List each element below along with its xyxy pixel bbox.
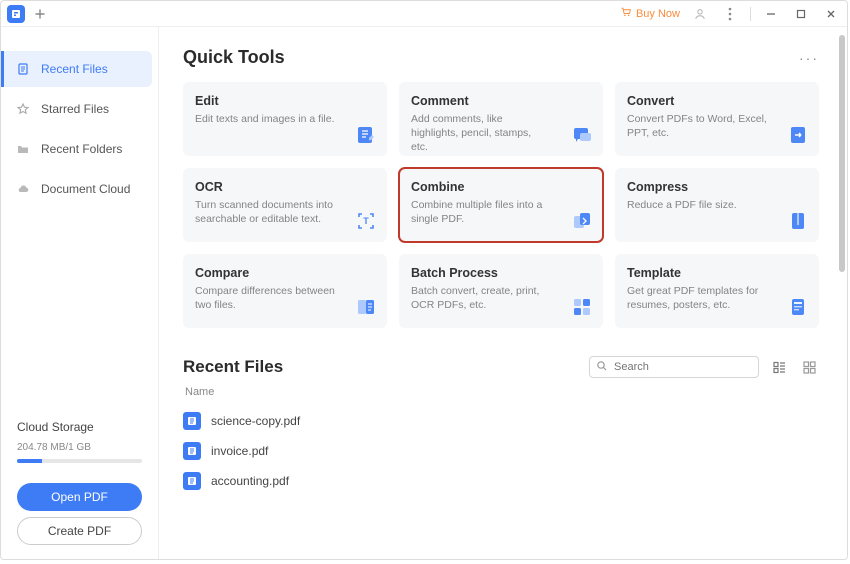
ocr-icon: T [355,210,377,232]
sidebar-item-label: Starred Files [41,102,109,116]
tool-card-desc: Combine multiple files into a single PDF… [411,198,551,226]
recent-file-list: science-copy.pdf invoice.pdf accounting.pd… [183,406,819,496]
compress-icon [787,210,809,232]
compare-icon [355,296,377,318]
minimize-button[interactable] [761,4,781,24]
grid-view-icon[interactable] [799,357,819,377]
tool-card-desc: Add comments, like highlights, pencil, s… [411,112,551,155]
main-panel: Quick Tools ··· Edit Edit texts and image… [159,27,847,559]
sidebar-item-recent-folders[interactable]: Recent Folders [1,131,152,167]
tool-card-desc: Batch convert, create, print, OCR PDFs, … [411,284,551,312]
sidebar: Recent Files Starred Files Recent Folder… [1,27,159,559]
storage-title: Cloud Storage [17,420,142,434]
file-name: invoice.pdf [211,444,268,458]
list-view-icon[interactable] [769,357,789,377]
tool-card-title: Compress [627,180,807,194]
app-logo [7,5,25,23]
template-icon [787,296,809,318]
folder-icon [15,141,31,157]
file-name: science-copy.pdf [211,414,300,428]
file-row[interactable]: invoice.pdf [183,436,819,466]
close-button[interactable] [821,4,841,24]
sidebar-item-label: Recent Files [41,62,108,76]
tool-card-desc: Get great PDF templates for resumes, pos… [627,284,767,312]
tool-card-convert[interactable]: Convert Convert PDFs to Word, Excel, PPT,… [615,82,819,156]
tool-card-edit[interactable]: Edit Edit texts and images in a file. [183,82,387,156]
convert-icon [787,124,809,146]
batch-icon [571,296,593,318]
vertical-scrollbar[interactable] [839,35,845,551]
tool-card-combine[interactable]: Combine Combine multiple files into a sin… [399,168,603,242]
buy-now-label: Buy Now [636,8,680,20]
file-name: accounting.pdf [211,474,289,488]
separator [750,7,751,21]
tool-card-ocr[interactable]: OCR Turn scanned documents into searchabl… [183,168,387,242]
tool-card-title: Combine [411,180,591,194]
svg-text:T: T [363,216,369,226]
combine-icon [571,210,593,232]
column-header-name: Name [185,386,819,398]
tool-card-compress[interactable]: Compress Reduce a PDF file size. [615,168,819,242]
titlebar: Buy Now [1,1,847,27]
search-box[interactable] [589,356,759,378]
doc-icon [15,61,31,77]
cloud-storage-panel: Cloud Storage 204.78 MB/1 GB [1,420,158,473]
file-row[interactable]: accounting.pdf [183,466,819,496]
search-input[interactable] [614,361,756,373]
pdf-file-icon [183,472,201,490]
tool-card-batch-process[interactable]: Batch Process Batch convert, create, prin… [399,254,603,328]
open-pdf-button[interactable]: Open PDF [17,483,142,511]
storage-progress-fill [17,459,42,463]
tool-card-template[interactable]: Template Get great PDF templates for resu… [615,254,819,328]
maximize-button[interactable] [791,4,811,24]
quick-tools-title: Quick Tools [183,47,285,68]
cart-icon [620,6,632,21]
tool-card-title: Batch Process [411,266,591,280]
tool-card-title: Edit [195,94,375,108]
tool-card-desc: Edit texts and images in a file. [195,112,335,126]
sidebar-item-starred-files[interactable]: Starred Files [1,91,152,127]
storage-usage-text: 204.78 MB/1 GB [17,442,142,453]
buy-now-link[interactable]: Buy Now [620,6,680,21]
tool-card-desc: Reduce a PDF file size. [627,198,767,212]
tool-card-desc: Convert PDFs to Word, Excel, PPT, etc. [627,112,767,140]
pdf-file-icon [183,412,201,430]
quick-tools-more-icon[interactable]: ··· [799,50,819,66]
sidebar-item-label: Document Cloud [41,182,130,196]
tool-card-desc: Compare differences between two files. [195,284,335,312]
pdf-file-icon [183,442,201,460]
sidebar-item-document-cloud[interactable]: Document Cloud [1,171,152,207]
app-window: Buy Now [0,0,848,560]
sidebar-item-recent-files[interactable]: Recent Files [1,51,152,87]
create-pdf-button[interactable]: Create PDF [17,517,142,545]
open-pdf-label: Open PDF [51,490,108,504]
tool-card-comment[interactable]: Comment Add comments, like highlights, pe… [399,82,603,156]
create-pdf-label: Create PDF [48,524,111,538]
recent-files-title: Recent Files [183,357,283,377]
star-icon [15,101,31,117]
tool-card-title: Convert [627,94,807,108]
search-icon [596,360,608,375]
tool-card-title: Compare [195,266,375,280]
sidebar-item-label: Recent Folders [41,142,122,156]
tool-card-title: Comment [411,94,591,108]
tool-card-compare[interactable]: Compare Compare differences between two f… [183,254,387,328]
cloud-icon [15,181,31,197]
file-row[interactable]: science-copy.pdf [183,406,819,436]
overflow-menu-icon[interactable] [720,4,740,24]
scrollbar-thumb[interactable] [839,35,845,272]
tool-card-title: OCR [195,180,375,194]
quick-tools-grid: Edit Edit texts and images in a file. Comm… [183,82,819,328]
account-icon[interactable] [690,4,710,24]
storage-progress [17,459,142,463]
new-tab-button[interactable] [29,3,51,25]
main-scroll-area[interactable]: Quick Tools ··· Edit Edit texts and image… [159,27,839,559]
comment-icon [571,124,593,146]
tool-card-desc: Turn scanned documents into searchable o… [195,198,335,226]
tool-card-title: Template [627,266,807,280]
edit-icon [355,124,377,146]
